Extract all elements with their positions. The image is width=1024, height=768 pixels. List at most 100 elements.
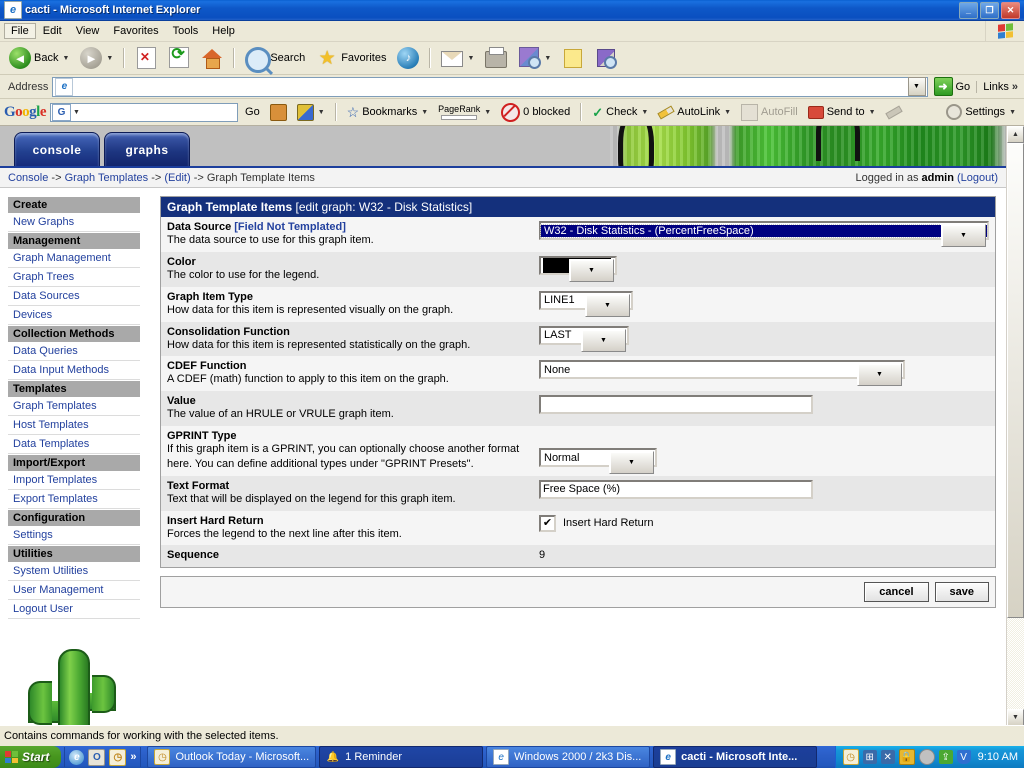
chevron-down-icon-bm[interactable]: ▼: [421, 109, 428, 116]
google-pagerank[interactable]: PageRank ▼: [435, 104, 494, 120]
chevron-down-icon-datasource[interactable]: ▼: [941, 224, 986, 247]
text-format-input[interactable]: Free Space (%): [539, 479, 813, 499]
chevron-down-icon-al[interactable]: ▼: [724, 109, 731, 116]
chevron-down-icon-cdef[interactable]: ▼: [857, 363, 902, 387]
google-bookmarks-button[interactable]: ☆ Bookmarks ▼: [344, 105, 432, 119]
start-button[interactable]: Start: [0, 746, 62, 768]
chevron-down-icon-check[interactable]: ▼: [641, 109, 648, 116]
chevron-down-icon-st[interactable]: ▼: [869, 109, 876, 116]
menu-favorites[interactable]: Favorites: [106, 23, 165, 39]
stop-button[interactable]: [130, 44, 162, 72]
google-site-select[interactable]: G: [52, 103, 72, 121]
tray-clock-time[interactable]: 9:10 AM: [975, 751, 1018, 763]
address-input[interactable]: [75, 79, 908, 94]
chevron-down-icon-popup[interactable]: ▼: [318, 109, 325, 116]
breadcrumb-console[interactable]: Console: [8, 172, 48, 184]
graph-item-type-select[interactable]: LINE1 ▼: [539, 290, 633, 317]
sidebar-item-settings[interactable]: Settings: [8, 526, 140, 545]
tray-network-disconnected-icon[interactable]: ✕: [880, 750, 895, 764]
insert-hard-return-checkbox-row[interactable]: ✔ Insert Hard Return: [539, 514, 989, 532]
edit-button[interactable]: ▼: [513, 44, 556, 72]
scrollbar-thumb[interactable]: [1007, 143, 1024, 619]
print-button[interactable]: [480, 44, 512, 72]
breadcrumb-graph-templates[interactable]: Graph Templates: [65, 172, 149, 184]
tray-clock-icon[interactable]: ◷: [842, 749, 859, 765]
tab-console[interactable]: console: [14, 132, 100, 166]
vertical-scrollbar[interactable]: ▲ ▼: [1006, 126, 1024, 726]
forward-button[interactable]: ► ▼: [75, 44, 118, 72]
consolidation-function-select[interactable]: LAST ▼: [539, 325, 629, 352]
sidebar-item-data-queries[interactable]: Data Queries: [8, 342, 140, 361]
tray-update-icon[interactable]: ⇪: [938, 750, 953, 764]
google-bookmark-icon-1[interactable]: [267, 103, 290, 121]
google-settings-button[interactable]: Settings ▼: [943, 104, 1024, 120]
tray-disc-icon[interactable]: [918, 749, 935, 765]
chevron-down-icon-pr[interactable]: ▼: [484, 109, 491, 116]
data-source-select[interactable]: W32 - Disk Statistics - (PercentFreeSpac…: [539, 221, 989, 247]
chevron-down-icon-itemtype[interactable]: ▼: [585, 293, 630, 317]
sidebar-item-data-templates[interactable]: Data Templates: [8, 435, 140, 454]
sidebar-item-user-management[interactable]: User Management: [8, 581, 140, 600]
menu-help[interactable]: Help: [205, 23, 242, 39]
sidebar-item-graph-trees[interactable]: Graph Trees: [8, 268, 140, 287]
google-spellcheck-button[interactable]: ✓ Check ▼: [589, 106, 651, 119]
media-button[interactable]: ♪: [392, 44, 424, 72]
chevron-down-icon-gprint[interactable]: ▼: [609, 451, 654, 475]
tray-lock-icon[interactable]: 🔒: [898, 749, 915, 765]
google-go-button[interactable]: Go: [242, 106, 263, 118]
google-blocked-counter[interactable]: 0 blocked: [498, 102, 573, 122]
menu-file[interactable]: File: [4, 23, 36, 39]
search-button[interactable]: Search: [240, 44, 310, 73]
sidebar-item-graph-templates[interactable]: Graph Templates: [8, 397, 140, 416]
task-outlook[interactable]: ◷ Outlook Today - Microsoft...: [147, 746, 317, 768]
go-button[interactable]: ➜ Go: [928, 77, 977, 96]
chevron-down-icon-settings[interactable]: ▼: [1009, 109, 1016, 116]
task-windows-2000[interactable]: e Windows 2000 / 2k3 Dis...: [486, 746, 651, 768]
sidebar-item-new-graphs[interactable]: New Graphs: [8, 213, 140, 232]
maximize-button[interactable]: ❐: [980, 1, 999, 19]
scrollbar-track[interactable]: [1007, 143, 1024, 709]
google-autolink-button[interactable]: AutoLink ▼: [655, 104, 734, 120]
quicklaunch-outlook-icon[interactable]: O: [88, 748, 106, 766]
favorites-button[interactable]: ★ Favorites: [311, 44, 391, 72]
menu-edit[interactable]: Edit: [36, 23, 69, 39]
chevron-down-icon-consolidation[interactable]: ▼: [581, 328, 626, 352]
logout-link[interactable]: (Logout): [957, 172, 998, 184]
google-autofill-button[interactable]: AutoFill: [738, 103, 801, 121]
sidebar-item-host-templates[interactable]: Host Templates: [8, 416, 140, 435]
cdef-function-select[interactable]: None ▼: [539, 360, 905, 387]
menu-view[interactable]: View: [69, 23, 107, 39]
quicklaunch-clock-icon[interactable]: ◷: [109, 748, 127, 766]
tab-graphs[interactable]: graphs: [104, 132, 190, 166]
sidebar-item-export-templates[interactable]: Export Templates: [8, 490, 140, 509]
minimize-button[interactable]: _: [959, 1, 978, 19]
google-popup-blocker[interactable]: ▼: [294, 103, 328, 121]
sidebar-item-data-input-methods[interactable]: Data Input Methods: [8, 361, 140, 380]
scroll-up-button[interactable]: ▲: [1007, 126, 1024, 143]
sidebar-item-devices[interactable]: Devices: [8, 306, 140, 325]
tray-shield-icon[interactable]: V: [956, 750, 971, 764]
quicklaunch-ie-icon[interactable]: e: [69, 749, 85, 765]
links-button[interactable]: Links »: [976, 80, 1024, 93]
google-search-box[interactable]: G ▼: [50, 102, 239, 122]
scroll-down-button[interactable]: ▼: [1007, 709, 1024, 726]
mail-button[interactable]: ▼: [436, 44, 479, 72]
google-highlight-button[interactable]: [883, 104, 905, 120]
task-cacti[interactable]: e cacti - Microsoft Inte...: [653, 746, 818, 768]
close-button[interactable]: ✕: [1001, 1, 1020, 19]
address-input-wrap[interactable]: e ▼: [52, 76, 928, 97]
menu-tools[interactable]: Tools: [166, 23, 206, 39]
google-sendto-button[interactable]: Send to ▼: [805, 105, 879, 119]
sidebar-item-logout-user[interactable]: Logout User: [8, 600, 140, 619]
sidebar-item-system-utilities[interactable]: System Utilities: [8, 562, 140, 581]
sidebar-item-graph-management[interactable]: Graph Management: [8, 249, 140, 268]
chevron-down-icon-gsel[interactable]: ▼: [73, 109, 80, 116]
sidebar-item-import-templates[interactable]: Import Templates: [8, 471, 140, 490]
tray-network-icon[interactable]: ⊞: [862, 750, 877, 764]
save-button[interactable]: save: [934, 582, 989, 603]
sidebar-item-data-sources[interactable]: Data Sources: [8, 287, 140, 306]
chevron-down-icon-edit[interactable]: ▼: [544, 55, 551, 62]
breadcrumb-edit[interactable]: (Edit): [164, 172, 190, 184]
refresh-button[interactable]: [163, 44, 195, 72]
task-reminder[interactable]: 🔔 1 Reminder: [319, 746, 484, 768]
